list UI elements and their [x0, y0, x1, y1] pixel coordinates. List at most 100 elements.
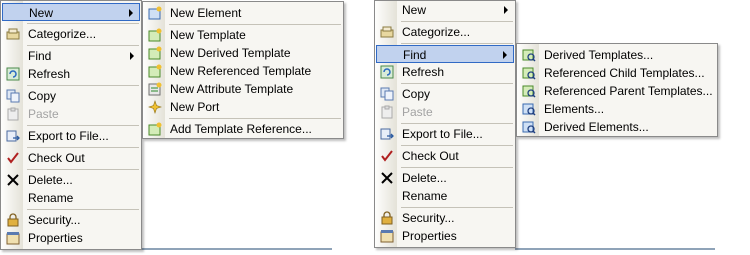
export-icon [6, 129, 20, 143]
delete-icon [380, 171, 394, 185]
template-reference-icon [148, 122, 162, 136]
menu-item-label: Categorize... [28, 27, 97, 41]
copy-icon [380, 87, 394, 101]
find-template-icon [522, 84, 536, 98]
menu-item-properties[interactable]: Properties [2, 229, 140, 247]
menu-item-delete[interactable]: Delete... [376, 169, 514, 187]
menu-separator [27, 23, 139, 24]
menu-item-find[interactable]: Find [376, 45, 514, 63]
find-element-icon [522, 120, 536, 134]
copy-icon [6, 89, 20, 103]
categorize-icon [6, 27, 20, 41]
export-icon [380, 127, 394, 141]
menu-item-properties[interactable]: Properties [376, 227, 514, 245]
menu-item-label: Referenced Child Templates... [544, 66, 705, 80]
menu-item-label: Properties [28, 231, 83, 245]
submenu-arrow-icon [129, 9, 133, 17]
menu-item-checkout[interactable]: Check Out [2, 149, 140, 167]
menu-item-security[interactable]: Security... [376, 209, 514, 227]
menu-item-export[interactable]: Export to File... [2, 127, 140, 145]
menu-item-new-attribute-template[interactable]: New Attribute Template [144, 80, 342, 98]
menu-item-label: Check Out [402, 149, 459, 163]
menu-item-label: Referenced Parent Templates... [544, 84, 713, 98]
menu-item-copy[interactable]: Copy [2, 87, 140, 105]
find-template-icon [522, 66, 536, 80]
menu-separator [27, 147, 139, 148]
menu-separator [401, 167, 513, 168]
menu-item-new[interactable]: New [2, 3, 140, 21]
menu-item-new[interactable]: New [376, 1, 514, 19]
delete-icon [6, 173, 20, 187]
menu-item-referenced-child-templates[interactable]: Referenced Child Templates... [518, 64, 716, 82]
menu-item-label: Check Out [28, 151, 85, 165]
properties-icon [380, 229, 394, 243]
menu-item-rename[interactable]: Rename [376, 187, 514, 205]
menu-item-label: New [402, 3, 427, 17]
menu-item-label: Refresh [402, 65, 445, 79]
menu-item-label: Delete... [402, 171, 447, 185]
menu-item-label: Find [28, 49, 52, 63]
menu-item-label: Security... [28, 213, 81, 227]
menu-item-label: Find [403, 48, 427, 62]
menu-item-label: New Template [170, 28, 246, 42]
menu-item-label: New Derived Template [170, 46, 291, 60]
menu-item-new-element[interactable]: New Element [144, 4, 342, 22]
paste-icon [380, 105, 394, 119]
menu-item-checkout[interactable]: Check Out [376, 147, 514, 165]
menu-item-label: New [29, 6, 54, 20]
menu-item-derived-templates[interactable]: Derived Templates... [518, 46, 716, 64]
derived-template-icon [148, 46, 162, 60]
menu-item-label: New Element [170, 6, 242, 20]
categorize-icon [380, 25, 394, 39]
submenu-arrow-icon [503, 51, 507, 59]
menu-item-copy[interactable]: Copy [376, 85, 514, 103]
menu-separator [401, 207, 513, 208]
menu-item-refresh[interactable]: Refresh [376, 63, 514, 81]
menu-item-paste[interactable]: Paste [2, 105, 140, 123]
menu-item-refresh[interactable]: Refresh [2, 65, 140, 83]
menu-item-categorize[interactable]: Categorize... [2, 25, 140, 43]
menu-item-find[interactable]: Find [2, 47, 140, 65]
menu-item-add-template-reference[interactable]: Add Template Reference... [144, 120, 342, 138]
port-icon [148, 100, 162, 114]
refresh-icon [6, 67, 20, 81]
lock-icon [380, 211, 394, 225]
refresh-icon [380, 65, 394, 79]
menu-item-delete[interactable]: Delete... [2, 171, 140, 189]
menu-item-categorize[interactable]: Categorize... [376, 23, 514, 41]
attribute-template-icon [148, 82, 162, 96]
menu-item-paste[interactable]: Paste [376, 103, 514, 121]
menu-item-rename[interactable]: Rename [2, 189, 140, 207]
menu-item-label: New Port [170, 100, 220, 114]
background-window-edge [142, 248, 332, 250]
left-context-menu: New Categorize... Find Refresh Copy Past… [0, 0, 142, 250]
menu-item-new-port[interactable]: New Port [144, 98, 342, 116]
menu-item-label: New Attribute Template [170, 82, 294, 96]
menu-item-derived-elements[interactable]: Derived Elements... [518, 118, 716, 136]
menu-separator [401, 21, 513, 22]
element-icon [148, 6, 162, 20]
background-window-edge [515, 248, 715, 250]
menu-item-label: Security... [402, 211, 455, 225]
menu-item-security[interactable]: Security... [2, 211, 140, 229]
find-element-icon [522, 102, 536, 116]
submenu-arrow-icon [130, 52, 134, 60]
menu-item-label: Derived Elements... [544, 120, 649, 134]
new-submenu: New Element New Template New Derived Tem… [142, 1, 344, 139]
submenu-arrow-icon [504, 6, 508, 14]
menu-separator [169, 118, 341, 119]
menu-separator [27, 209, 139, 210]
menu-item-label: Derived Templates... [544, 48, 654, 62]
menu-item-elements[interactable]: Elements... [518, 100, 716, 118]
referenced-template-icon [148, 64, 162, 78]
menu-item-new-template[interactable]: New Template [144, 26, 342, 44]
menu-item-referenced-parent-templates[interactable]: Referenced Parent Templates... [518, 82, 716, 100]
menu-item-label: Export to File... [402, 127, 483, 141]
menu-item-new-referenced-template[interactable]: New Referenced Template [144, 62, 342, 80]
menu-item-export[interactable]: Export to File... [376, 125, 514, 143]
menu-item-new-derived-template[interactable]: New Derived Template [144, 44, 342, 62]
menu-separator [401, 145, 513, 146]
menu-item-label: Elements... [544, 102, 605, 116]
menu-item-label: New Referenced Template [170, 64, 312, 78]
menu-separator [27, 125, 139, 126]
